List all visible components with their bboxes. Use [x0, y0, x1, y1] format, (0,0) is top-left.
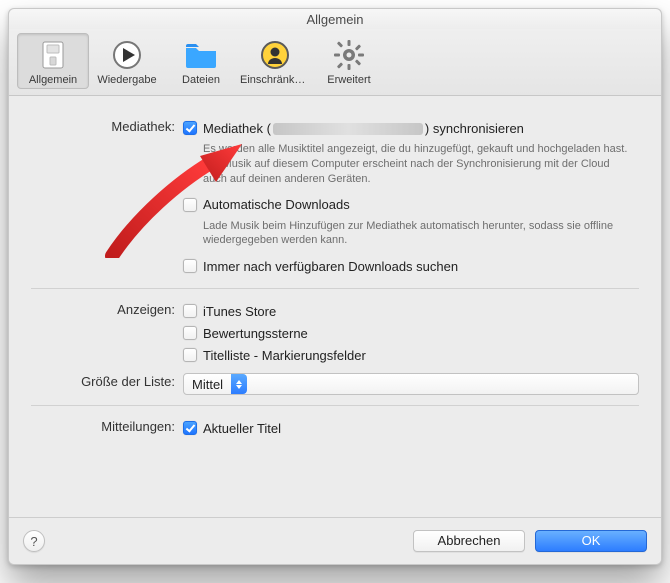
sync-prefix: Mediathek ( — [203, 121, 271, 136]
tab-label-advanced: Erweitert — [327, 74, 370, 86]
checkbox-sync-library-input[interactable] — [183, 121, 197, 135]
popup-stepper-icon — [231, 374, 247, 394]
row-show: Anzeigen: iTunes Store Bewertungssterne Ti… — [31, 301, 639, 367]
switch-icon — [36, 38, 70, 72]
tab-restrictions[interactable]: Einschränkungen — [239, 33, 311, 89]
help-icon: ? — [30, 534, 37, 549]
ok-button[interactable]: OK — [535, 530, 647, 552]
window-title: Allgemein — [306, 12, 363, 27]
checkbox-show-1-label: Bewertungssterne — [203, 326, 308, 341]
checkbox-show-1-input[interactable] — [183, 326, 197, 340]
row-listsize: Größe der Liste: Mittel — [31, 373, 639, 395]
content-listsize: Mittel — [183, 373, 639, 395]
preferences-body: Mediathek: Mediathek ( ) synchronisieren … — [9, 96, 661, 517]
checkbox-check-downloads[interactable]: Immer nach verfügbaren Downloads suchen — [183, 256, 639, 276]
checkbox-auto-downloads[interactable]: Automatische Downloads — [183, 195, 639, 215]
help-button[interactable]: ? — [23, 530, 45, 552]
sync-library-desc: Es werden alle Musiktitel angezeigt, die… — [183, 142, 639, 187]
tab-advanced[interactable]: Erweitert — [313, 33, 385, 89]
checkbox-show-2-label: Titelliste - Markierungsfelder — [203, 348, 366, 363]
gear-icon — [332, 38, 366, 72]
label-show: Anzeigen: — [31, 301, 183, 317]
checkbox-sync-library[interactable]: Mediathek ( ) synchronisieren — [183, 118, 639, 138]
separator-2 — [31, 405, 639, 406]
checkbox-show-0[interactable]: iTunes Store — [183, 301, 639, 321]
checkbox-show-2-input[interactable] — [183, 348, 197, 362]
titlebar: Allgemein — [9, 9, 661, 29]
checkbox-auto-downloads-input[interactable] — [183, 198, 197, 212]
tab-label-general: Allgemein — [29, 74, 77, 86]
checkbox-show-0-input[interactable] — [183, 304, 197, 318]
preferences-window: Allgemein Allgemein Wiedergabe Dateien Eins… — [8, 8, 662, 565]
separator-1 — [31, 288, 639, 289]
tab-general[interactable]: Allgemein — [17, 33, 89, 89]
content-library: Mediathek ( ) synchronisieren Es werden a… — [183, 118, 639, 278]
tab-files[interactable]: Dateien — [165, 33, 237, 89]
row-notifications: Mitteilungen: Aktueller Titel — [31, 418, 639, 440]
checkbox-show-0-label: iTunes Store — [203, 304, 276, 319]
checkbox-check-downloads-label: Immer nach verfügbaren Downloads suchen — [203, 259, 458, 274]
checkbox-now-playing-input[interactable] — [183, 421, 197, 435]
checkbox-sync-library-label: Mediathek ( ) synchronisieren — [203, 121, 524, 136]
tab-label-restrictions: Einschränkungen — [240, 74, 310, 86]
folder-icon — [184, 38, 218, 72]
popup-listsize-label: Mittel — [184, 377, 231, 392]
label-notifications: Mitteilungen: — [31, 418, 183, 434]
sync-suffix: ) synchronisieren — [425, 121, 524, 136]
checkbox-now-playing-label: Aktueller Titel — [203, 421, 281, 436]
checkbox-check-downloads-input[interactable] — [183, 259, 197, 273]
checkbox-auto-downloads-label: Automatische Downloads — [203, 197, 350, 212]
label-listsize: Größe der Liste: — [31, 373, 183, 389]
tab-label-playback: Wiedergabe — [97, 74, 156, 86]
popup-listsize[interactable]: Mittel — [183, 373, 639, 395]
tab-playback[interactable]: Wiedergabe — [91, 33, 163, 89]
redacted-account — [273, 123, 423, 135]
checkbox-show-2[interactable]: Titelliste - Markierungsfelder — [183, 345, 639, 365]
content-notifications: Aktueller Titel — [183, 418, 639, 440]
cancel-button[interactable]: Abbrechen — [413, 530, 525, 552]
row-library: Mediathek: Mediathek ( ) synchronisieren … — [31, 118, 639, 278]
label-library: Mediathek: — [31, 118, 183, 134]
checkbox-show-1[interactable]: Bewertungssterne — [183, 323, 639, 343]
tab-label-files: Dateien — [182, 74, 220, 86]
play-icon — [110, 38, 144, 72]
restrictions-icon — [258, 38, 292, 72]
footer: ? Abbrechen OK — [9, 517, 661, 564]
content-show: iTunes Store Bewertungssterne Titelliste -… — [183, 301, 639, 367]
auto-downloads-desc: Lade Musik beim Hinzufügen zur Mediathek… — [183, 219, 639, 249]
checkbox-now-playing[interactable]: Aktueller Titel — [183, 418, 639, 438]
toolbar: Allgemein Wiedergabe Dateien Einschränkunge… — [9, 29, 661, 96]
